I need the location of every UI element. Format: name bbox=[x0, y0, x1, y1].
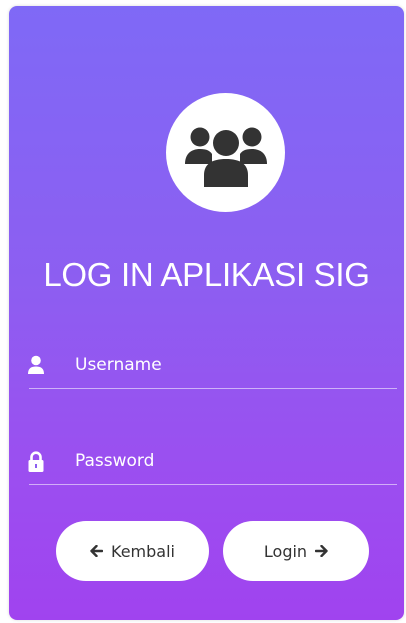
page-title: LOG IN APLIKASI SIG bbox=[43, 256, 370, 293]
password-placeholder: Password bbox=[75, 451, 155, 471]
arrow-right-icon bbox=[315, 545, 328, 557]
back-button[interactable]: Kembali bbox=[56, 521, 209, 581]
username-placeholder: Username bbox=[75, 355, 162, 375]
lock-icon bbox=[27, 451, 47, 473]
username-underline bbox=[29, 388, 397, 389]
password-field[interactable]: Password bbox=[27, 441, 397, 485]
avatar bbox=[166, 93, 285, 212]
user-icon bbox=[27, 355, 47, 377]
arrow-left-icon bbox=[90, 545, 103, 557]
login-button[interactable]: Login bbox=[223, 521, 369, 581]
password-underline bbox=[29, 484, 397, 485]
username-field[interactable]: Username bbox=[27, 345, 397, 389]
back-button-label: Kembali bbox=[111, 541, 175, 561]
login-card: LOG IN APLIKASI SIG Username Password Ke… bbox=[9, 6, 404, 620]
login-button-label: Login bbox=[263, 541, 308, 561]
users-group-icon bbox=[184, 127, 267, 187]
